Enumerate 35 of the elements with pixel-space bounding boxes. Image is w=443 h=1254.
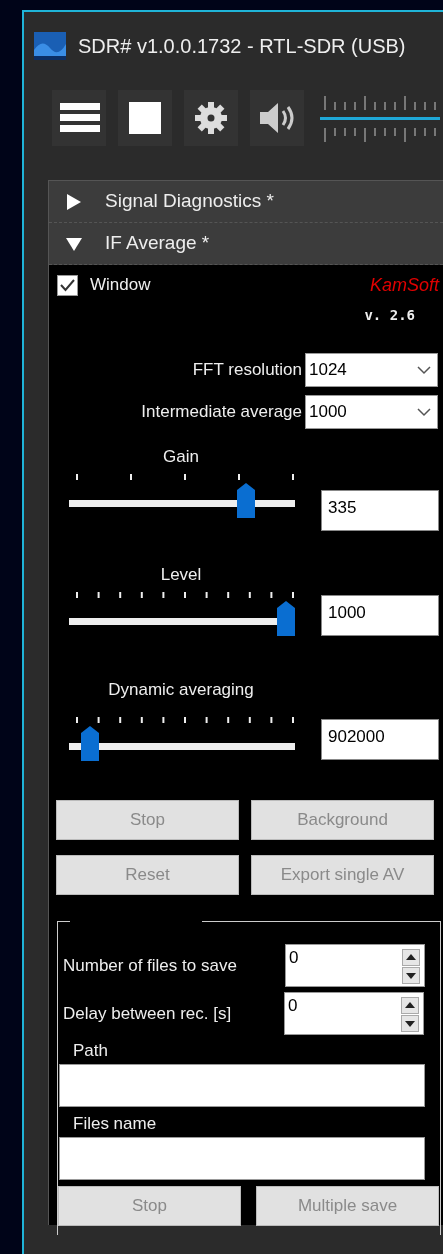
dropdown[interactable]: 1000 bbox=[305, 395, 438, 429]
chevron-down-icon bbox=[417, 407, 431, 417]
value-field[interactable]: 1000 bbox=[321, 595, 439, 636]
chevron-down-icon bbox=[417, 365, 431, 375]
app-icon bbox=[34, 32, 66, 60]
number-spinner[interactable]: 0 bbox=[284, 992, 424, 1035]
text-field[interactable] bbox=[59, 1064, 425, 1107]
value-field[interactable]: 335 bbox=[321, 490, 439, 531]
slider-label: Level bbox=[159, 564, 203, 586]
number-spinner[interactable]: 0 bbox=[285, 944, 425, 987]
stop-button[interactable] bbox=[118, 90, 172, 146]
field-label: Intermediate average bbox=[140, 401, 303, 424]
text-field[interactable] bbox=[59, 1137, 425, 1180]
value-field[interactable]: 902000 bbox=[321, 719, 439, 760]
field-label: Number of files to save bbox=[63, 954, 238, 977]
version-text: v. 2.6 bbox=[364, 306, 416, 325]
menu-button[interactable] bbox=[52, 90, 106, 146]
window-title: SDR# v1.0.0.1732 - RTL-SDR (USB) bbox=[78, 34, 406, 59]
slider-thumb[interactable] bbox=[237, 483, 256, 518]
slider-thumb[interactable] bbox=[81, 726, 100, 761]
slider-label: Gain bbox=[162, 446, 200, 468]
slider-thumb[interactable] bbox=[277, 601, 295, 636]
checkbox-label: Window bbox=[90, 274, 151, 297]
checkbox[interactable] bbox=[57, 274, 78, 296]
field-label: Files name bbox=[72, 1113, 158, 1135]
expand-icon[interactable] bbox=[65, 192, 83, 211]
slider-label: Dynamic averaging bbox=[107, 679, 255, 701]
brand-text: KamSoft bbox=[369, 273, 439, 297]
settings-button[interactable] bbox=[184, 90, 238, 146]
field-label: Delay between rec. [s] bbox=[63, 1002, 233, 1025]
field-label: FFT resolution bbox=[191, 359, 303, 382]
dropdown[interactable]: 1024 bbox=[305, 353, 438, 387]
field-label: Path bbox=[72, 1040, 109, 1062]
panel-header[interactable]: IF Average * bbox=[105, 229, 210, 258]
speaker-button[interactable] bbox=[250, 90, 304, 146]
